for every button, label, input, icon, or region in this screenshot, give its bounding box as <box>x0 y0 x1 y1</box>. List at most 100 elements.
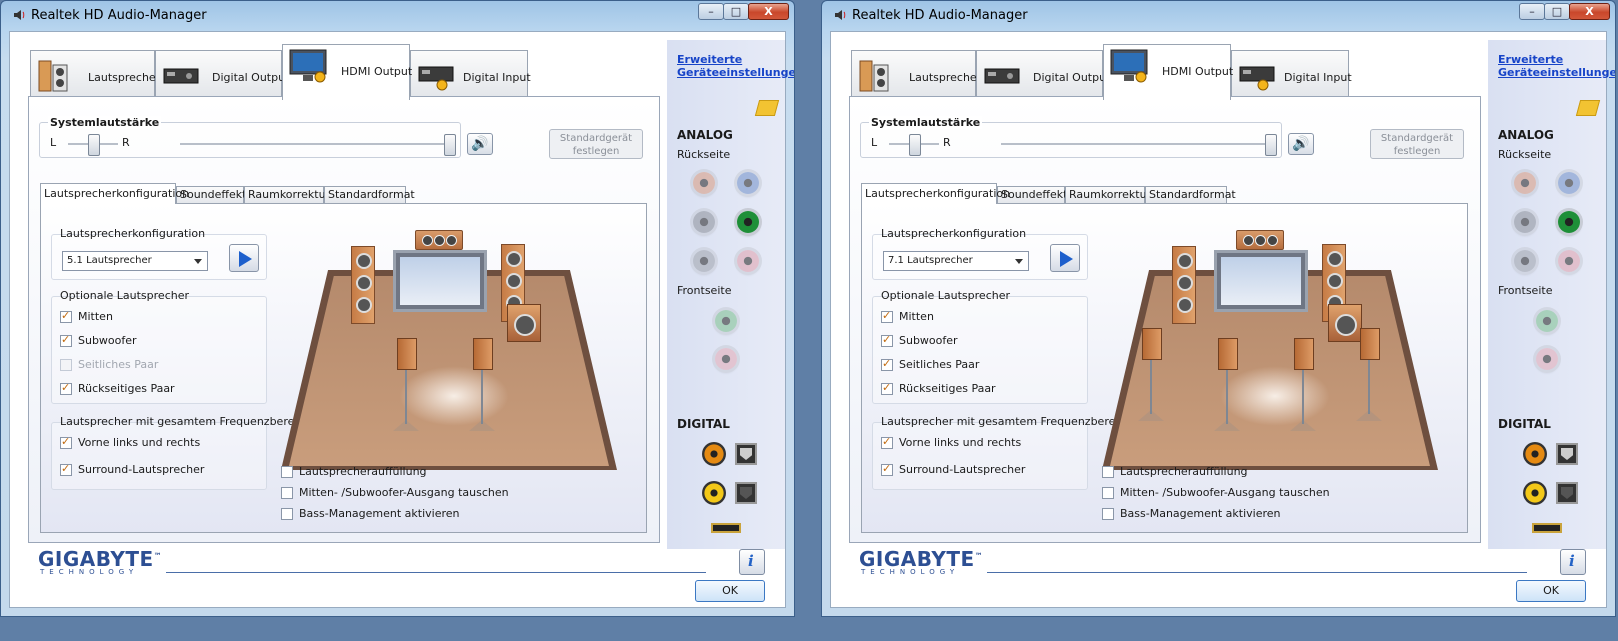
maximize-button[interactable]: □ <box>1544 3 1570 20</box>
tab-lautsprecher[interactable]: Lautsprecher <box>851 50 981 98</box>
ok-button[interactable]: OK <box>695 580 765 602</box>
volume-track[interactable] <box>180 143 454 145</box>
coaxial-in-jack[interactable] <box>1523 481 1547 505</box>
set-default-device-button[interactable]: Standardgerät festlegen <box>1370 129 1464 159</box>
info-button[interactable]: i <box>1560 549 1586 575</box>
front-audio-jack[interactable] <box>715 310 737 332</box>
optional-speaker-checkbox[interactable] <box>60 309 72 323</box>
optional-speaker-checkbox[interactable] <box>881 381 893 395</box>
center-speaker[interactable] <box>415 230 463 250</box>
option-checkbox[interactable] <box>1102 466 1114 478</box>
audio-jack[interactable] <box>1558 211 1580 233</box>
front-left-speaker[interactable] <box>1172 246 1196 324</box>
volume-slider[interactable] <box>444 134 456 156</box>
audio-jack[interactable] <box>737 172 759 194</box>
tab-digital-output[interactable]: Digital Output <box>155 50 289 98</box>
title-bar[interactable]: Realtek HD Audio-Manager – □ X <box>822 1 1615 29</box>
minimize-button[interactable]: – <box>698 3 724 20</box>
option-checkbox[interactable] <box>281 508 293 520</box>
optional-speaker-checkbox[interactable] <box>60 333 72 347</box>
volume-track[interactable] <box>1001 143 1275 145</box>
ok-button[interactable]: OK <box>1516 580 1586 602</box>
optional-speaker-checkbox[interactable] <box>881 333 893 347</box>
fullrange-checkbox[interactable] <box>881 435 893 449</box>
optional-speaker-checkbox[interactable] <box>881 309 893 323</box>
subwoofer[interactable] <box>507 304 541 342</box>
minimize-button[interactable]: – <box>1519 3 1545 20</box>
satellite-speaker[interactable] <box>1218 338 1238 370</box>
optional-speaker-checkbox[interactable] <box>881 357 893 371</box>
satellite-speaker[interactable] <box>1142 328 1162 360</box>
option-checkbox[interactable] <box>281 487 293 499</box>
close-button[interactable]: X <box>1569 3 1610 20</box>
front-audio-jack[interactable] <box>1536 348 1558 370</box>
maximize-button[interactable]: □ <box>723 3 749 20</box>
option-checkbox[interactable] <box>281 466 293 478</box>
advanced-settings-link[interactable]: Erweiterte Geräteeinstellungen <box>1498 53 1615 79</box>
tab-default-format[interactable]: Standardformat <box>324 186 415 203</box>
satellite-speaker[interactable] <box>397 338 417 370</box>
tab-speaker-config[interactable]: Lautsprecherkonfiguration <box>40 183 189 204</box>
audio-jack[interactable] <box>1514 211 1536 233</box>
hdmi-port-icon[interactable] <box>711 523 741 533</box>
tab-lautsprecher[interactable]: Lautsprecher <box>30 50 160 98</box>
speaker-config-select[interactable]: 7.1 Lautsprecher <box>883 251 1029 271</box>
fullrange-checkbox[interactable] <box>60 462 72 476</box>
satellite-speaker[interactable] <box>473 338 493 370</box>
volume-slider[interactable] <box>1265 134 1277 156</box>
advanced-settings-link[interactable]: Erweiterte Geräteeinstellungen <box>677 53 794 79</box>
title-bar[interactable]: Realtek HD Audio-Manager – □ X <box>1 1 794 29</box>
balance-slider[interactable] <box>909 134 921 156</box>
audio-jack[interactable] <box>1514 250 1536 272</box>
satellite-speaker[interactable] <box>1360 328 1380 360</box>
tab-digital-input[interactable]: Digital Input <box>1231 50 1352 98</box>
front-audio-jack[interactable] <box>1536 310 1558 332</box>
tab-digital-output[interactable]: Digital Output <box>976 50 1110 98</box>
satellite-speaker[interactable] <box>1294 338 1314 370</box>
audio-jack[interactable] <box>693 250 715 272</box>
option-checkbox[interactable] <box>1102 508 1114 520</box>
optical-in-jack[interactable] <box>1556 482 1578 504</box>
tab-room-correction[interactable]: Raumkorrektur <box>244 186 330 203</box>
mute-button[interactable]: 🔊 <box>467 133 493 155</box>
tab-hdmi-output[interactable]: HDMI Output <box>1103 44 1233 100</box>
audio-jack[interactable] <box>1558 250 1580 272</box>
set-default-device-button[interactable]: Standardgerät festlegen <box>549 129 643 159</box>
subwoofer[interactable] <box>1328 304 1362 342</box>
audio-jack[interactable] <box>693 211 715 233</box>
audio-jack[interactable] <box>737 250 759 272</box>
tab-room-correction[interactable]: Raumkorrektur <box>1065 186 1151 203</box>
coaxial-out-jack[interactable] <box>1523 442 1547 466</box>
folder-icon[interactable] <box>1575 100 1601 116</box>
audio-jack[interactable] <box>1558 172 1580 194</box>
audio-jack[interactable] <box>1514 172 1536 194</box>
tab-default-format[interactable]: Standardformat <box>1145 186 1236 203</box>
optical-out-jack[interactable] <box>735 443 757 465</box>
hdmi-port-icon[interactable] <box>1532 523 1562 533</box>
front-left-speaker[interactable] <box>351 246 375 324</box>
balance-slider[interactable] <box>88 134 100 156</box>
tab-hdmi-output[interactable]: HDMI Output <box>282 44 412 100</box>
audio-jack[interactable] <box>693 172 715 194</box>
mute-button[interactable]: 🔊 <box>1288 133 1314 155</box>
front-audio-jack[interactable] <box>715 348 737 370</box>
optional-speaker-checkbox[interactable] <box>60 381 72 395</box>
coaxial-out-jack[interactable] <box>702 442 726 466</box>
fullrange-checkbox[interactable] <box>881 462 893 476</box>
audio-jack[interactable] <box>737 211 759 233</box>
fullrange-checkbox[interactable] <box>60 435 72 449</box>
speaker-stand <box>405 368 407 424</box>
folder-icon[interactable] <box>754 100 780 116</box>
center-speaker[interactable] <box>1236 230 1284 250</box>
coaxial-in-jack[interactable] <box>702 481 726 505</box>
tab-speaker-config[interactable]: Lautsprecherkonfiguration <box>861 183 1010 204</box>
speaker-config-select[interactable]: 5.1 Lautsprecher <box>62 251 208 271</box>
optical-in-jack[interactable] <box>735 482 757 504</box>
close-button[interactable]: X <box>748 3 789 20</box>
tab-digital-input[interactable]: Digital Input <box>410 50 531 98</box>
option-checkbox[interactable] <box>1102 487 1114 499</box>
optical-out-jack[interactable] <box>1556 443 1578 465</box>
info-button[interactable]: i <box>739 549 765 575</box>
play-test-button[interactable] <box>229 244 259 272</box>
play-test-button[interactable] <box>1050 244 1080 272</box>
